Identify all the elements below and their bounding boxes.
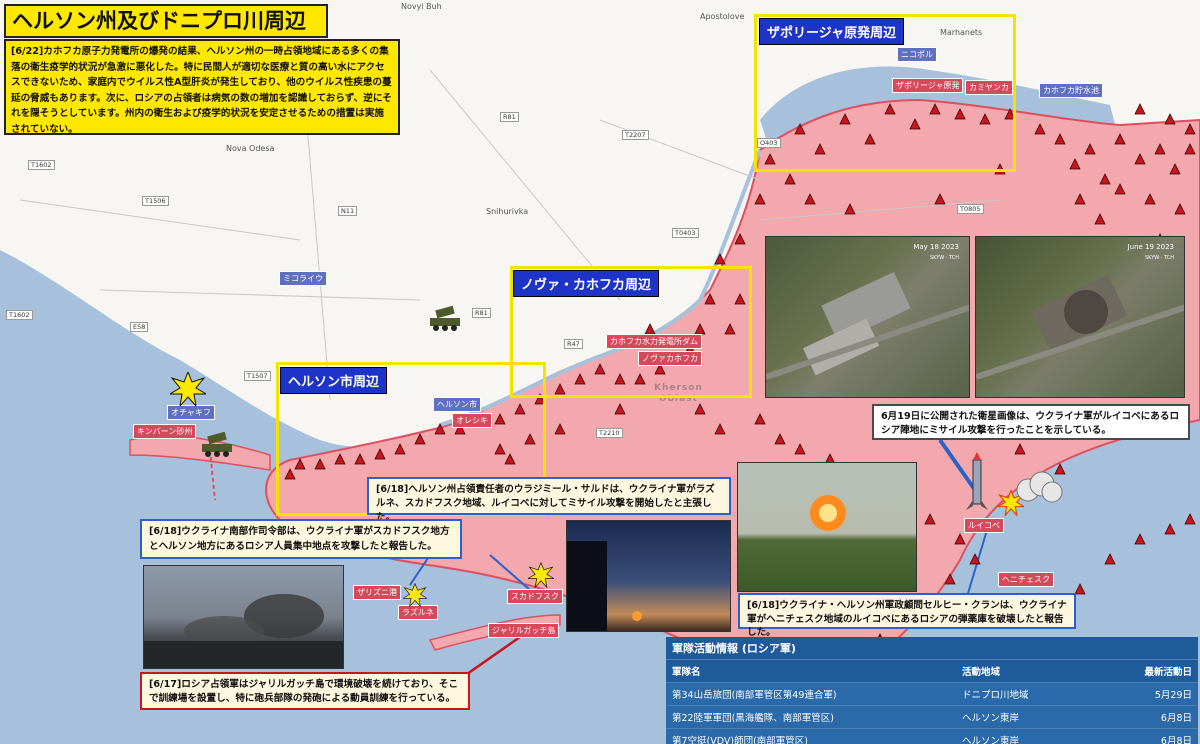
explosion-photo bbox=[737, 462, 917, 592]
label-dzharylhach: ジャリルガッチ島 bbox=[488, 623, 560, 638]
satellite-date-2: June 19 2023 bbox=[1127, 243, 1174, 251]
table-cell: ヘルソン東岸 bbox=[962, 713, 1020, 724]
satellite-structures bbox=[976, 274, 1184, 380]
table-row: 第34山岳旅団(南部軍管区第49連合軍) ドニプロ川地域 5月29日 bbox=[666, 682, 1198, 705]
russian-position-marker bbox=[1134, 103, 1146, 115]
smoke-photo bbox=[143, 565, 344, 669]
road-label: T2207 bbox=[622, 130, 649, 140]
table-cell: 6月8日 bbox=[1160, 713, 1192, 724]
satellite-tag: SKYW · TCH bbox=[1144, 255, 1174, 261]
explosion-fireball bbox=[810, 495, 846, 531]
table-cell: 5月29日 bbox=[1154, 690, 1192, 701]
callout-satellite: 6月19日に公開された衛星画像は、ウクライナ軍がルイコベにあるロシア陣地にミサイ… bbox=[872, 404, 1190, 440]
intro-note: [6/22]カホフカ原子力発電所の爆発の結果、ヘルソン州の一時占領地域にある多く… bbox=[4, 39, 400, 135]
road-label: N11 bbox=[338, 206, 358, 216]
table-cell: 6月8日 bbox=[1160, 736, 1192, 744]
label-reservoir: カホフカ貯水池 bbox=[1039, 83, 1103, 98]
road-label: T1602 bbox=[28, 160, 55, 170]
label-oleshky: オレシキ bbox=[452, 413, 492, 428]
night-fire-photo bbox=[566, 520, 731, 632]
smoke-icon bbox=[1016, 471, 1063, 503]
explosion-icon bbox=[170, 372, 206, 406]
road-label: T0805 bbox=[957, 204, 984, 214]
place-nova-odesa: Nova Odesa bbox=[226, 144, 275, 153]
table-cell: 第22陸軍軍団(黒海艦隊、南部軍管区) bbox=[672, 713, 835, 724]
callout-dzharylhach: [6/17]ロシア占領軍はジャリルガッチ島で環境破壊を続けており、そこで訓練場を… bbox=[140, 672, 470, 710]
place-apostolove: Apostolove bbox=[700, 12, 745, 21]
label-nova-kakhovka: ノヴァカホフカ bbox=[638, 351, 702, 366]
satellite-tag: SKYW · TCH bbox=[929, 255, 959, 261]
label-ochakiv: オチャキフ bbox=[167, 405, 215, 420]
map-title: ヘルソン州及びドニプロ川周辺地域 bbox=[4, 4, 328, 63]
table-header: 活動地域 bbox=[962, 667, 1001, 678]
rocket-launcher-icon bbox=[430, 305, 460, 331]
road-label: E58 bbox=[130, 322, 149, 332]
road-label: T2210 bbox=[596, 428, 623, 438]
table-cell: ドニプロ川地域 bbox=[962, 690, 1029, 701]
table-cell: 第34山岳旅団(南部軍管区第49連合軍) bbox=[672, 690, 837, 701]
label-kherson: ヘルソン市 bbox=[433, 397, 481, 412]
callout-saldo: [6/18]ヘルソン州占領責任者のウラジミール・サルドは、ウクライナ軍がラズルネ… bbox=[367, 477, 731, 523]
explosion-icon bbox=[528, 562, 554, 588]
label-kamianka: カミヤンカ bbox=[965, 80, 1013, 95]
label-kinburn: キンバーン砂州 bbox=[133, 424, 197, 439]
smoke-cloud bbox=[144, 594, 343, 668]
callout-klan: [6/18]ウクライナ・ヘルソン州軍政顧問セルヒー・クランは、ウクライナ軍がヘニ… bbox=[738, 593, 1076, 638]
satellite-structures bbox=[766, 271, 969, 380]
road-label: T1506 bbox=[142, 196, 169, 206]
area-title-zaporizhzhia: ザポリージャ原発周辺 bbox=[759, 18, 905, 45]
table-header-row: 軍隊名 活動地域 最新活動日 bbox=[666, 659, 1198, 682]
table-row: 第22陸軍軍団(黒海艦隊、南部軍管区) ヘルソン東岸 6月8日 bbox=[666, 705, 1198, 728]
place-novyi-buh: Novyi Buh bbox=[401, 2, 442, 11]
satellite-image-before: May 18 2023 SKYW · TCH bbox=[765, 236, 970, 398]
label-zaliznyi: ザリズニ港 bbox=[353, 585, 401, 600]
night-silhouette bbox=[567, 541, 642, 631]
road-label: T1602 bbox=[6, 310, 33, 320]
map-stage: ヘルソン州及びドニプロ川周辺地域 [6/22]カホフカ原子力発電所の爆発の結果、… bbox=[0, 0, 1200, 744]
callout-south-command: [6/18]ウクライナ南部作司令部は、ウクライナ軍がスカドフスク地方とヘルソン地… bbox=[140, 519, 462, 559]
label-lazurne: ラズルネ bbox=[398, 605, 438, 620]
road-label: R81 bbox=[500, 112, 519, 122]
label-rykove: ルイコベ bbox=[964, 518, 1004, 533]
table-title: 軍隊活動情報 (ロシア軍) bbox=[666, 637, 1198, 659]
label-nikopol: ニコポル bbox=[897, 47, 937, 62]
label-henichesk: ヘニチェスク bbox=[998, 572, 1054, 587]
road-label: T0403 bbox=[672, 228, 699, 238]
place-snihurivka: Snihurivka bbox=[486, 207, 529, 216]
missile-icon bbox=[966, 452, 988, 510]
road-label: T1507 bbox=[244, 371, 271, 381]
table-header: 軍隊名 bbox=[672, 667, 701, 678]
label-skadovsk: スカドフスク bbox=[507, 589, 563, 604]
explosion-icon bbox=[403, 583, 427, 607]
military-activity-table: 軍隊活動情報 (ロシア軍) 軍隊名 活動地域 最新活動日 第34山岳旅団(南部軍… bbox=[666, 637, 1198, 744]
label-enerhodar: ザポリージャ原発 bbox=[892, 78, 964, 93]
table-cell: 第7空挺(VDV)師団(南部軍管区) bbox=[672, 736, 809, 744]
label-mykolaiv: ミコライウ bbox=[279, 271, 327, 286]
satellite-date-1: May 18 2023 bbox=[913, 243, 959, 251]
rocket-launcher-icon bbox=[202, 431, 232, 457]
area-title-kherson: ヘルソン市周辺 bbox=[280, 367, 388, 394]
table-row: 第7空挺(VDV)師団(南部軍管区) ヘルソン東岸 6月8日 bbox=[666, 728, 1198, 744]
road-label: R81 bbox=[472, 308, 491, 318]
table-cell: ヘルソン東岸 bbox=[962, 736, 1020, 744]
table-header: 最新活動日 bbox=[1144, 667, 1192, 678]
satellite-image-after: June 19 2023 SKYW · TCH bbox=[975, 236, 1185, 398]
label-kakhovka-dam: カホフカ水力発電所ダム bbox=[606, 334, 702, 349]
area-title-nova-kakhovka: ノヴァ・カホフカ周辺 bbox=[513, 270, 660, 297]
russian-position-marker bbox=[1164, 113, 1176, 125]
